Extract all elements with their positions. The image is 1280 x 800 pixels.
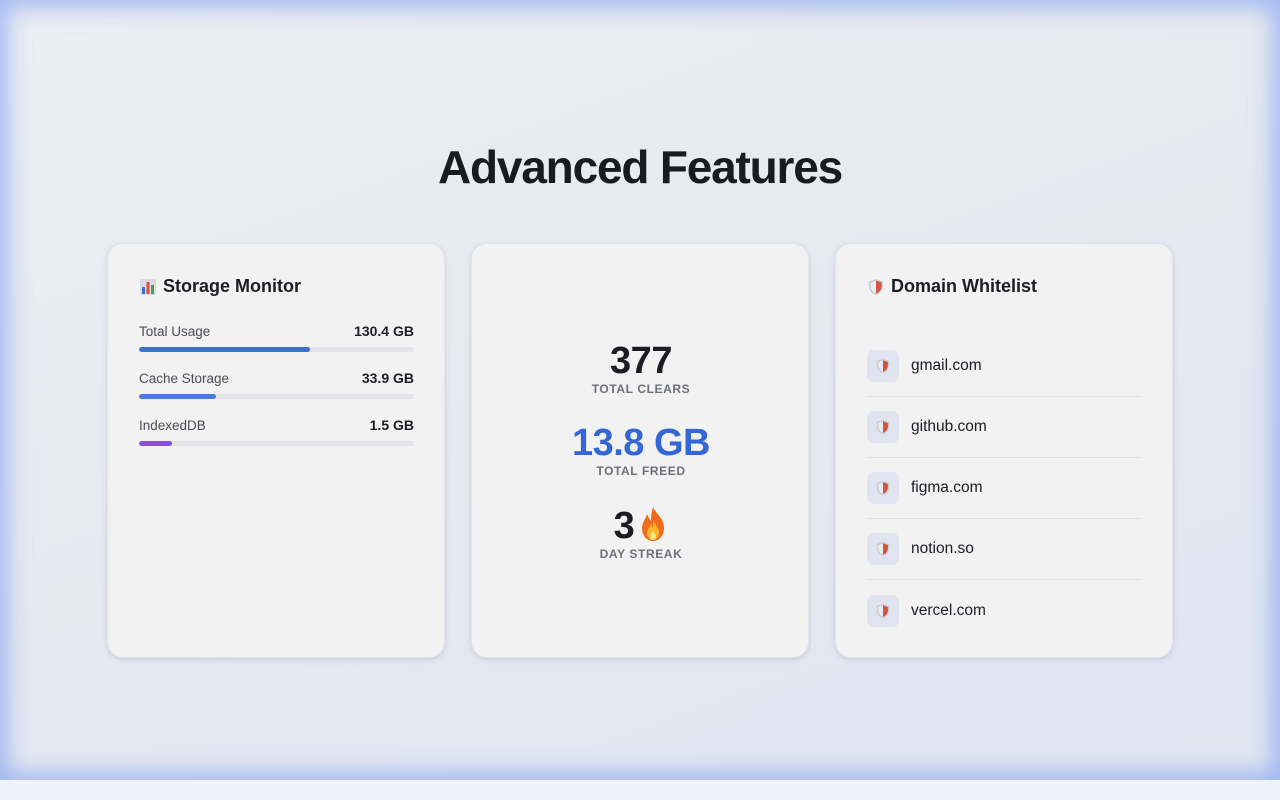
streak-count: 3	[613, 505, 635, 547]
footer-strip	[0, 780, 1280, 800]
domain-item[interactable]: gmail.com	[867, 336, 1141, 397]
fire-icon	[642, 507, 665, 541]
domain-item[interactable]: vercel.com	[867, 580, 1141, 641]
usage-bar-fill	[139, 347, 310, 352]
stat-total-freed: 13.8 GB TOTAL FREED	[472, 423, 810, 478]
domain-whitelist-heading: Domain Whitelist	[867, 276, 1037, 297]
usage-bar-fill	[139, 394, 216, 399]
stat-value: 377	[610, 340, 672, 382]
domain-name: gmail.com	[911, 357, 982, 374]
domain-badge	[867, 594, 899, 627]
metric-value: 130.4 GB	[354, 323, 414, 339]
usage-bar-track	[139, 441, 414, 446]
domain-badge	[867, 411, 899, 443]
stat-label: TOTAL FREED	[596, 464, 686, 478]
domain-badge	[867, 533, 899, 565]
domain-whitelist-card: Domain Whitelist gmail.com github.com fi…	[835, 243, 1173, 658]
page-title: Advanced Features	[438, 141, 843, 193]
domain-name: vercel.com	[911, 601, 986, 619]
shield-icon	[876, 419, 890, 435]
stat-day-streak: 3 DAY STREAK	[472, 506, 810, 561]
usage-bar-track	[139, 347, 414, 352]
domain-item[interactable]: github.com	[867, 397, 1141, 458]
stat-label: TOTAL CLEARS	[591, 382, 691, 396]
stat-value: 13.8 GB	[571, 422, 711, 464]
domain-badge	[867, 350, 899, 382]
stat-value-row: 3	[472, 506, 810, 546]
metric-total-usage: Total Usage 130.4 GB	[139, 323, 414, 353]
domain-name: github.com	[911, 418, 987, 435]
bar-chart-icon	[140, 278, 156, 295]
metric-cache-storage: Cache Storage 33.9 GB	[139, 370, 414, 400]
domain-whitelist-title: Domain Whitelist	[891, 276, 1038, 296]
storage-monitor-heading: Storage Monitor	[139, 276, 301, 297]
metric-label: IndexedDB	[139, 418, 206, 433]
shield-icon	[876, 603, 890, 618]
metric-label: Total Usage	[139, 324, 211, 339]
metric-value: 1.5 GB	[369, 417, 414, 433]
shield-icon	[876, 541, 890, 557]
metric-label: Cache Storage	[139, 371, 230, 386]
shield-icon	[869, 278, 883, 295]
storage-monitor-title: Storage Monitor	[163, 276, 301, 296]
storage-monitor-card: Storage Monitor Total Usage 130.4 GB Cac…	[107, 243, 445, 658]
metric-indexeddb: IndexedDB 1.5 GB	[139, 417, 414, 447]
domain-item[interactable]: figma.com	[867, 458, 1141, 519]
domain-name: notion.so	[911, 540, 974, 557]
domain-item[interactable]: notion.so	[867, 519, 1141, 580]
domain-list: gmail.com github.com figma.com notion.so…	[867, 336, 1141, 641]
usage-bar-fill	[139, 441, 172, 446]
stat-total-clears: 377 TOTAL CLEARS	[472, 341, 810, 396]
stat-label: DAY STREAK	[599, 547, 683, 561]
shield-icon	[876, 358, 890, 374]
domain-name: figma.com	[911, 479, 983, 496]
stats-card: 377 TOTAL CLEARS 13.8 GB TOTAL FREED 3 D…	[471, 243, 809, 658]
shield-icon	[876, 480, 890, 496]
domain-badge	[867, 472, 899, 504]
metric-value: 33.9 GB	[361, 370, 414, 386]
usage-bar-track	[139, 394, 414, 399]
